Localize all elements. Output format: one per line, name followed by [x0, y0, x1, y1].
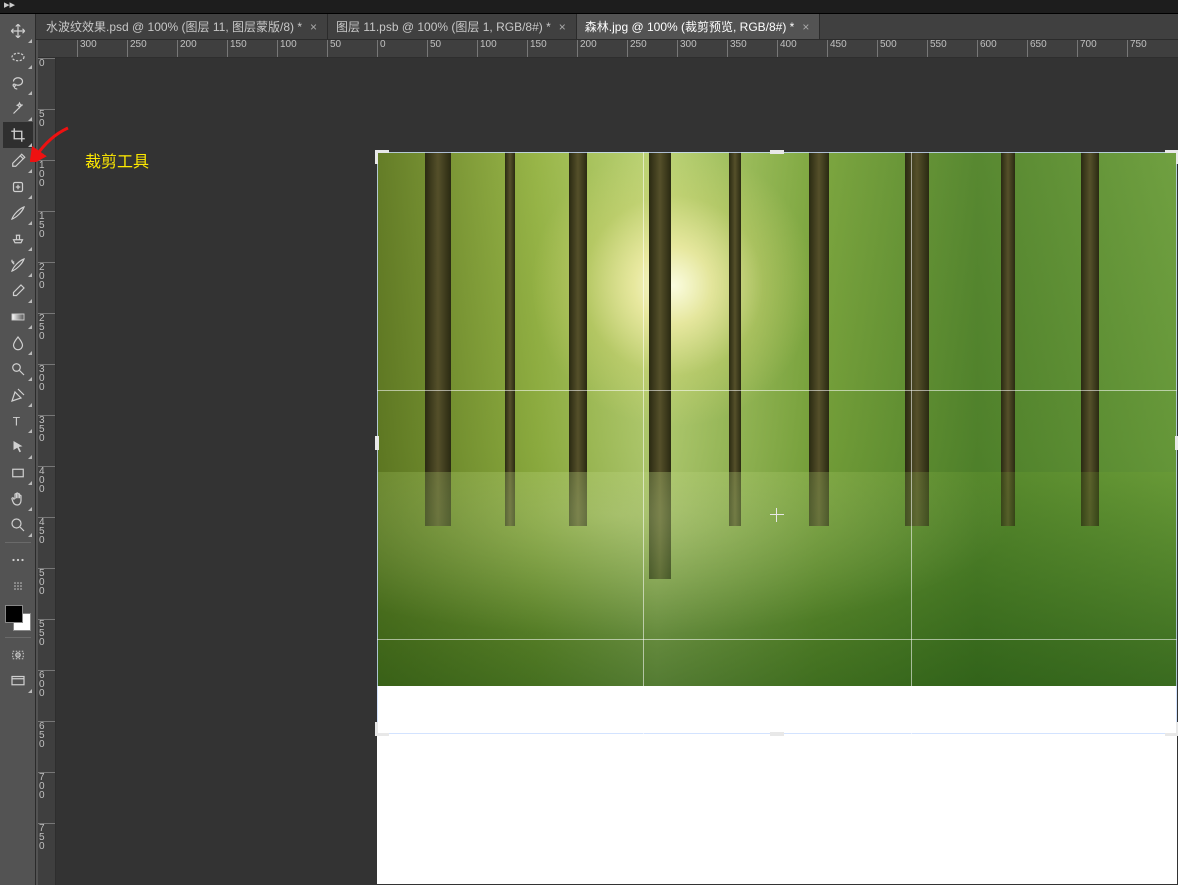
ruler-horizontal[interactable]: 3002502001501005005010015020025030035040…: [38, 40, 1178, 58]
ruler-vertical[interactable]: 0 50 100 150 200 250 300 350 400 450 500 550 600 650 7…: [38, 58, 56, 885]
ruler-tick: 600: [38, 670, 55, 698]
ruler-tick: 550: [927, 40, 947, 57]
path-selection-tool[interactable]: [3, 434, 33, 460]
crop-handle-top-left[interactable]: [375, 150, 389, 164]
menu-bar-stub: ▸▸: [0, 0, 1178, 14]
lasso-tool[interactable]: [3, 70, 33, 96]
ruler-tick: 750: [38, 823, 55, 851]
screen-mode-toggle[interactable]: [3, 668, 33, 694]
crop-border: [377, 152, 1177, 734]
ruler-tick: 50: [327, 40, 341, 57]
artboard: [377, 152, 1177, 884]
crop-handle-top[interactable]: [770, 150, 784, 154]
svg-text:T: T: [12, 415, 20, 429]
crop-handle-bottom-right[interactable]: [1165, 722, 1178, 736]
ruler-tick: 100: [477, 40, 497, 57]
tool-presets-icon[interactable]: [3, 573, 33, 599]
ruler-tick: 250: [127, 40, 147, 57]
ruler-tick: 350: [38, 415, 55, 443]
ruler-tick: 50: [38, 109, 55, 128]
ruler-tick: 550: [38, 619, 55, 647]
healing-brush-tool[interactable]: [3, 174, 33, 200]
magic-wand-tool[interactable]: [3, 96, 33, 122]
move-tool[interactable]: [3, 18, 33, 44]
ruler-tick: 350: [727, 40, 747, 57]
close-icon[interactable]: ×: [308, 20, 319, 34]
zoom-tool[interactable]: [3, 512, 33, 538]
annotation-label: 裁剪工具: [85, 148, 149, 172]
ruler-tick: 600: [977, 40, 997, 57]
ruler-tick: 400: [777, 40, 797, 57]
document-tab-active[interactable]: 森林.jpg @ 100% (裁剪预览, RGB/8#) * ×: [577, 14, 821, 39]
quick-mask-toggle[interactable]: [3, 642, 33, 668]
ruler-tick: 0: [377, 40, 386, 57]
crop-handle-bottom[interactable]: [770, 732, 784, 736]
close-icon[interactable]: ×: [557, 20, 568, 34]
ruler-tick: 50: [427, 40, 441, 57]
ruler-tick: 450: [827, 40, 847, 57]
ruler-tick: 650: [1027, 40, 1047, 57]
tab-label: 水波纹效果.psd @ 100% (图层 11, 图层蒙版/8) *: [46, 18, 302, 35]
crop-grid-line: [377, 639, 1177, 640]
ruler-tick: 700: [38, 772, 55, 800]
dodge-tool[interactable]: [3, 356, 33, 382]
ruler-tick: 250: [627, 40, 647, 57]
edit-toolbar-button[interactable]: [3, 547, 33, 573]
close-icon[interactable]: ×: [800, 20, 811, 34]
tab-label: 图层 11.psb @ 100% (图层 1, RGB/8#) *: [336, 18, 551, 35]
ruler-tick: 250: [38, 313, 55, 341]
gradient-tool[interactable]: [3, 304, 33, 330]
crop-tool[interactable]: [3, 122, 33, 148]
eraser-tool[interactable]: [3, 278, 33, 304]
crop-center-marker[interactable]: [770, 508, 784, 522]
ruler-tick: 200: [577, 40, 597, 57]
toolbox: T: [0, 14, 36, 885]
ruler-tick: 200: [177, 40, 197, 57]
expand-chevron-icon[interactable]: ▸▸: [4, 0, 15, 11]
rectangle-tool[interactable]: [3, 460, 33, 486]
ruler-tick: 0: [38, 58, 55, 68]
crop-grid-line: [911, 152, 912, 734]
ruler-tick: 300: [677, 40, 697, 57]
crop-overlay[interactable]: [377, 152, 1177, 734]
crop-handle-top-right[interactable]: [1165, 150, 1178, 164]
marquee-tool[interactable]: [3, 44, 33, 70]
eyedropper-tool[interactable]: [3, 148, 33, 174]
crop-handle-bottom-left[interactable]: [375, 722, 389, 736]
ruler-tick: 150: [227, 40, 247, 57]
ruler-tick: 200: [38, 262, 55, 290]
document-tab[interactable]: 水波纹效果.psd @ 100% (图层 11, 图层蒙版/8) * ×: [38, 14, 328, 39]
ruler-tick: 750: [1127, 40, 1147, 57]
color-swatches[interactable]: [3, 603, 33, 633]
crop-handle-left[interactable]: [375, 436, 379, 450]
ruler-tick: 650: [38, 721, 55, 749]
pen-tool[interactable]: [3, 382, 33, 408]
crop-grid-line: [377, 390, 1177, 391]
ruler-tick: 150: [38, 211, 55, 239]
crop-grid-line: [643, 152, 644, 734]
canvas-area[interactable]: [56, 58, 1178, 885]
brush-tool[interactable]: [3, 200, 33, 226]
clone-stamp-tool[interactable]: [3, 226, 33, 252]
ruler-tick: 500: [38, 568, 55, 596]
blur-tool[interactable]: [3, 330, 33, 356]
document-tab[interactable]: 图层 11.psb @ 100% (图层 1, RGB/8#) * ×: [328, 14, 577, 39]
type-tool[interactable]: T: [3, 408, 33, 434]
ruler-tick: 500: [877, 40, 897, 57]
ruler-tick: 450: [38, 517, 55, 545]
ruler-tick: 700: [1077, 40, 1097, 57]
foreground-color-swatch[interactable]: [5, 605, 23, 623]
document-tab-bar: 水波纹效果.psd @ 100% (图层 11, 图层蒙版/8) * × 图层 …: [0, 14, 1178, 40]
ruler-tick: 100: [277, 40, 297, 57]
ruler-tick: 100: [38, 160, 55, 188]
hand-tool[interactable]: [3, 486, 33, 512]
ruler-tick: 400: [38, 466, 55, 494]
ruler-tick: 150: [527, 40, 547, 57]
ruler-tick: 300: [38, 364, 55, 392]
tab-label: 森林.jpg @ 100% (裁剪预览, RGB/8#) *: [585, 18, 795, 35]
history-brush-tool[interactable]: [3, 252, 33, 278]
ruler-tick: 300: [77, 40, 97, 57]
